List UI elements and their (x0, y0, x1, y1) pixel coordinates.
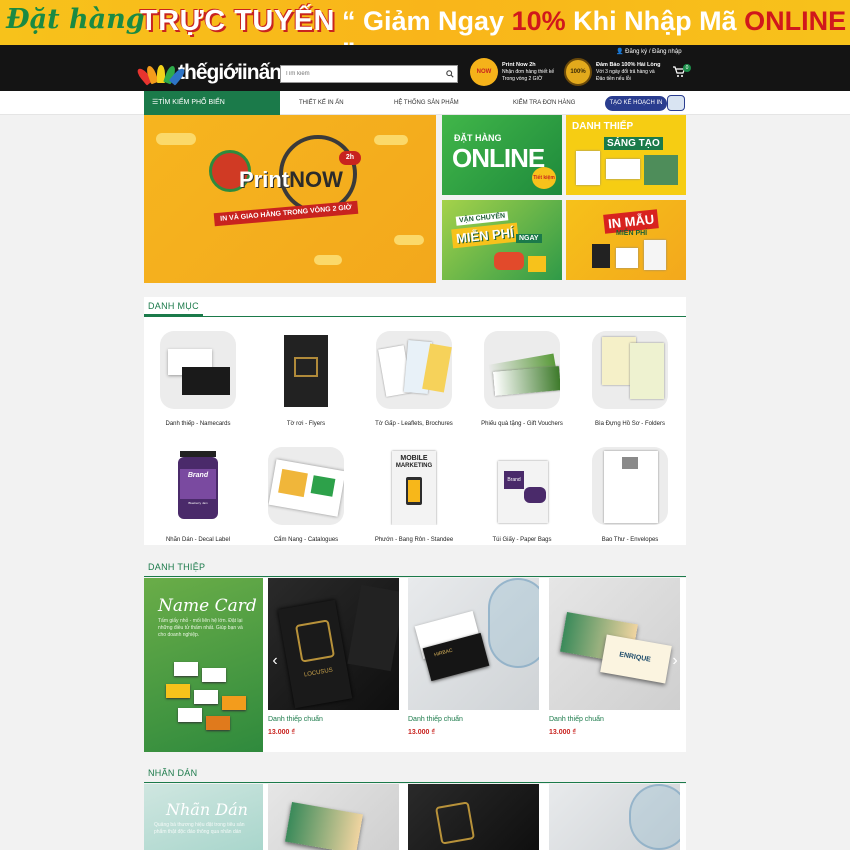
category-decal-label[interactable]: Brand Blueberry Jam Nhãn Dán - Decal Labe… (144, 433, 252, 543)
logo-text: thếgiớiinấn (178, 61, 282, 84)
account-link[interactable]: 👤 Đăng ký / Đăng nhập (616, 48, 682, 55)
hero-banner[interactable]: 2h PrintNOW IN VÀ GIAO HÀNG TRONG VÒNG 2… (144, 115, 436, 283)
product-name[interactable]: Danh thiếp chuẩn (408, 716, 539, 723)
sticker-title: NHÃN DÁN (148, 768, 198, 778)
category-vouchers[interactable]: Phiếu quà tặng - Gift Vouchers (468, 317, 576, 427)
category-grid: Danh thiếp - Namecards Tờ rơi - Flyers T… (144, 317, 686, 545)
print-now-badge[interactable]: NOW Print Now 2h Nhận đơn hàng thiết kế Tr… (470, 58, 554, 86)
product-price: 13.000 ₫ (408, 729, 435, 736)
category-header: DANH MỤC (144, 297, 686, 317)
sticker-header: NHÃN DÁN (144, 765, 686, 783)
namecard-banner-text: Tấm giấy nhỏ - mối liên hệ lớn. Đặt lại … (158, 618, 243, 638)
create-plan-button[interactable]: TẠO KẾ HOẠCH IN (605, 96, 667, 111)
product-name[interactable]: Danh thiếp chuẩn (549, 716, 680, 723)
saving-sticker: Tiết kiệm (532, 167, 556, 189)
main-nav: ☰TÌM KIẾM PHỔ BIẾN THIẾT KẾ IN ẤN HỆ THỐ… (0, 91, 850, 115)
category-namecards[interactable]: Danh thiếp - Namecards (144, 317, 252, 427)
hours-badge: 2h (339, 151, 361, 165)
search-input[interactable] (281, 66, 443, 82)
sticker-side-banner[interactable]: Nhãn Dán Quảng bá thương hiệu đặt trong … (144, 784, 263, 850)
nav-order-check[interactable]: KIỂM TRA ĐƠN HÀNG (513, 91, 575, 115)
category-envelopes[interactable]: Bao Thư - Envelopes (576, 433, 684, 543)
product-price: 13.000 ₫ (549, 729, 576, 736)
cart-button[interactable]: 0 (673, 64, 691, 81)
category-title: DANH MỤC (144, 301, 203, 316)
promo-quote: “ Giảm Ngay 10% Khi Nhập Mã ONLINE ” (342, 6, 847, 45)
category-brochures[interactable]: Tờ Gấp - Leaflets, Brochures (360, 317, 468, 427)
namecard-title: DANH THIỆP (148, 562, 206, 572)
satisfaction-badge[interactable]: 100% Đảm Bảo 100% Hài Lòng Với 3 ngày đổi… (564, 58, 661, 86)
cart-count: 0 (683, 64, 691, 72)
nav-design[interactable]: THIẾT KẾ IN ẤN (299, 91, 344, 115)
namecard-header: DANH THIỆP (144, 559, 686, 577)
tile-free-shipping[interactable]: VẬN CHUYỂN MIỄN PHÍ NGAY (442, 200, 562, 280)
product-card[interactable]: HIRBAC Danh thiếp chuẩn 13.000 ₫ (408, 578, 539, 736)
tile-order-online[interactable]: ĐẶT HÀNG ONLINE Tiết kiệm (442, 115, 562, 195)
product-card[interactable] (549, 784, 680, 850)
hero-title: PrintNOW (239, 167, 343, 192)
search-bar[interactable] (280, 65, 458, 83)
site-logo[interactable]: thếgiớiinấn (135, 61, 282, 86)
product-card[interactable]: ENRIQUE Danh thiếp chuẩn 13.000 ₫ (549, 578, 680, 736)
category-catalogues[interactable]: Cẩm Nang - Catalogues (252, 433, 360, 543)
guarantee-icon: 100% (564, 58, 592, 86)
sticker-banner-title: Nhãn Dán (166, 800, 248, 819)
category-flyers[interactable]: Tờ rơi - Flyers (252, 317, 360, 427)
print-now-icon: NOW (470, 58, 498, 86)
user-icon: 👤 (616, 49, 624, 55)
category-paper-bags[interactable]: Brand Túi Giấy - Paper Bags (468, 433, 576, 543)
namecard-banner-title: Name Card (158, 596, 257, 616)
carousel-prev-button[interactable]: ‹ (268, 650, 282, 672)
popular-search-menu[interactable]: ☰TÌM KIẾM PHỔ BIẾN (144, 91, 280, 115)
category-folders[interactable]: Bìa Đựng Hồ Sơ - Folders (576, 317, 684, 427)
sticker-banner-text: Quảng bá thương hiệu đặt trong tiêu sản … (154, 822, 245, 835)
robot-icon[interactable] (667, 95, 685, 111)
category-standee[interactable]: MOBILE MARKETING Phướn - Bang Rôn - Stand… (360, 433, 468, 543)
sticker-section: Nhãn Dán Quảng bá thương hiệu đặt trong … (144, 784, 686, 850)
hero-tagline: IN VÀ GIAO HÀNG TRONG VÒNG 2 GIỜ (213, 200, 359, 227)
search-icon[interactable] (443, 67, 457, 81)
logo-flower-icon (135, 63, 187, 86)
carousel-next-button[interactable]: › (668, 650, 682, 672)
nav-products[interactable]: HỆ THỐNG SẢN PHẨM (394, 91, 459, 115)
product-card[interactable] (268, 784, 399, 850)
product-card[interactable]: LOCUSUS Danh thiếp chuẩn 13.000 ₫ (268, 578, 399, 736)
promo-banner[interactable]: Đặt hàng TRỰC TUYẾN “ Giảm Ngay 10% Khi … (0, 0, 850, 45)
tile-creative-cards[interactable]: DANH THIẾP SÁNG TẠO (566, 115, 686, 195)
namecard-side-banner[interactable]: Name Card Tấm giấy nhỏ - mối liên hệ lớn… (144, 578, 263, 752)
namecard-section: Name Card Tấm giấy nhỏ - mối liên hệ lớn… (144, 578, 686, 752)
product-name[interactable]: Danh thiếp chuẩn (268, 716, 399, 723)
tile-free-samples[interactable]: IN MẪU MIỄN PHÍ (566, 200, 686, 280)
promo-strong: TRỰC TUYẾN (140, 5, 336, 37)
product-price: 13.000 ₫ (268, 729, 295, 736)
product-card[interactable] (408, 784, 539, 850)
promo-script: Đặt hàng (6, 4, 145, 35)
